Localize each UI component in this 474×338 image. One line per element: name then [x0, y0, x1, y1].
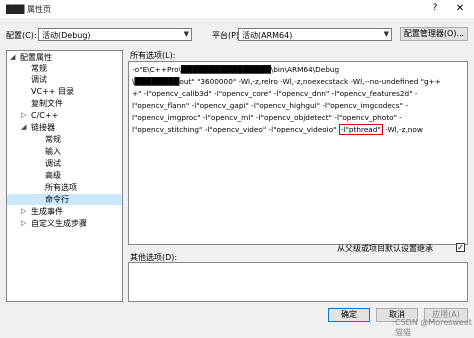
- tree-item-build-events[interactable]: ▷ 生成事件: [7, 206, 122, 217]
- tree-item-label: 链接器: [31, 123, 55, 132]
- inherit-label: 从父级或项目默认设置继承: [337, 244, 433, 253]
- command-line-text: -o"E\C++Pro\████████████████\bin\ARM64\D…: [132, 65, 340, 74]
- command-line-text: l"opencv_flann" -l"opencv_gapi" -l"openc…: [132, 101, 408, 110]
- command-line-segment: l"opencv_stitching" -l"opencv_video" -l"…: [132, 125, 339, 134]
- config-select[interactable]: 活动(Debug) ▼: [38, 28, 192, 41]
- command-line-text: \████████out" "3600000" -Wl,-z,relro -Wl…: [132, 77, 441, 86]
- tree-item-linker-all-options[interactable]: 所有选项: [45, 182, 77, 193]
- command-line-segment: -Wl,-z,now: [382, 125, 423, 134]
- tree-item-label: 生成事件: [31, 207, 63, 216]
- tree-item-label: 命令行: [45, 195, 69, 204]
- tree-item-linker-general[interactable]: 常规: [45, 134, 61, 145]
- tree-item-linker[interactable]: ◢ 链接器: [7, 122, 122, 133]
- tree-item-label: 配置属性: [20, 53, 52, 62]
- platform-select[interactable]: 活动(ARM64) ▼: [238, 28, 392, 41]
- tree-item-custom-build-step[interactable]: ▷ 自定义生成步骤: [7, 218, 122, 229]
- expand-arrow-icon[interactable]: ▷: [21, 110, 26, 121]
- expand-arrow-icon[interactable]: ▷: [21, 206, 26, 217]
- pthread-highlight: -l"pthread": [338, 124, 383, 135]
- expand-arrow-icon[interactable]: ◢: [10, 52, 15, 63]
- title-bar: ███ 属性页 ? ✕: [0, 0, 474, 18]
- watermark: CSDN @Moresweet猫猫: [395, 318, 472, 337]
- tree-item-linker-advanced[interactable]: 高级: [45, 170, 61, 181]
- expand-arrow-icon[interactable]: ▷: [21, 218, 26, 229]
- tree-item-debugging[interactable]: 调试: [31, 74, 47, 85]
- expand-arrow-icon[interactable]: ◢: [21, 122, 26, 133]
- command-line-text: l"opencv_stitching" -l"opencv_video" -l"…: [132, 124, 423, 136]
- all-options-textbox[interactable]: -o"E\C++Pro\████████████████\bin\ARM64\D…: [128, 61, 468, 245]
- close-button[interactable]: ✕: [453, 2, 467, 15]
- config-label: 配置(C):: [6, 31, 37, 40]
- config-select-value: 活动(Debug): [42, 31, 91, 40]
- tree-item-config-properties[interactable]: ◢ 配置属性: [7, 52, 122, 63]
- command-line-text: l"opencv_imgproc" -l"opencv_ml" -l"openc…: [132, 113, 402, 122]
- chevron-down-icon: ▼: [383, 30, 389, 38]
- other-options-textbox[interactable]: [128, 262, 468, 302]
- chevron-down-icon: ▼: [183, 30, 189, 38]
- inherit-checkbox[interactable]: ✓: [456, 243, 465, 252]
- command-line-text: +" -l"opencv_calib3d" -l"opencv_core" -l…: [132, 89, 418, 98]
- property-tree: ◢ 配置属性 常规 调试 VC++ 目录 复制文件 ▷ C/C++ ◢ 链接器 …: [6, 50, 123, 302]
- tree-item-copy-files[interactable]: 复制文件: [31, 98, 63, 109]
- all-options-label: 所有选项(L):: [130, 51, 176, 60]
- tree-item-label: 自定义生成步骤: [31, 219, 87, 228]
- help-button[interactable]: ?: [428, 2, 442, 15]
- tree-item-command-line[interactable]: 命令行: [7, 194, 122, 205]
- tree-item-vc-directories[interactable]: VC++ 目录: [31, 86, 74, 97]
- ok-button[interactable]: 确定: [328, 308, 370, 322]
- tree-item-linker-debugging[interactable]: 调试: [45, 158, 61, 169]
- window-title: ███ 属性页: [6, 5, 51, 14]
- platform-select-value: 活动(ARM64): [242, 31, 293, 40]
- tree-item-linker-input[interactable]: 输入: [45, 146, 61, 157]
- tree-item-label: C/C++: [31, 111, 59, 120]
- tree-item-cpp[interactable]: ▷ C/C++: [7, 110, 122, 121]
- tree-item-general[interactable]: 常规: [31, 63, 47, 74]
- config-manager-button[interactable]: 配置管理器(O)...: [400, 27, 468, 41]
